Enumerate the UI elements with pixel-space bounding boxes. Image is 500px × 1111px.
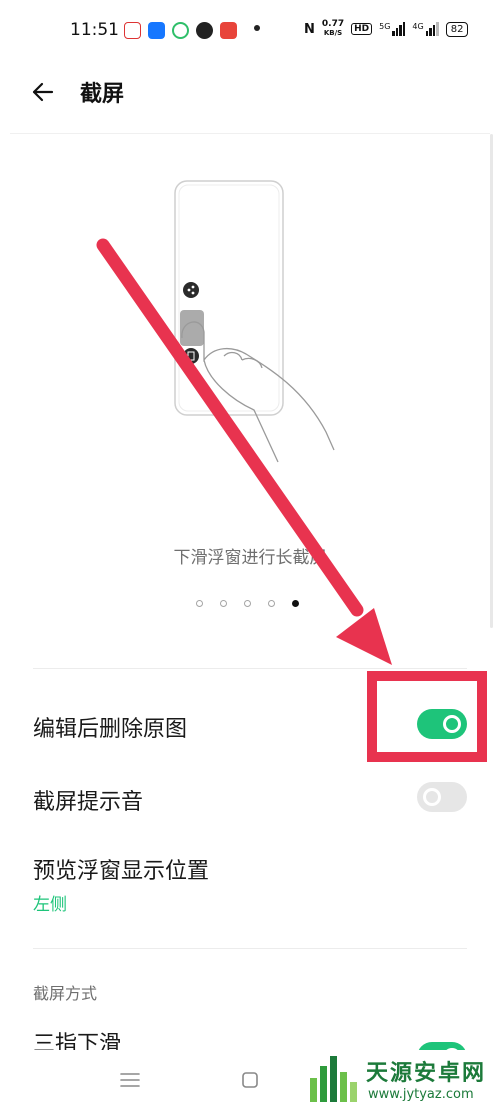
alipay-icon xyxy=(148,22,165,39)
status-bar: 11:51 N 0.77 KB/S HD 5G 4G 82 xyxy=(0,0,500,64)
status-indicators: N 0.77 KB/S HD 5G 4G 82 xyxy=(304,20,469,38)
watermark-logo xyxy=(310,1056,357,1102)
back-arrow-icon xyxy=(32,82,54,102)
back-button[interactable] xyxy=(28,74,60,110)
page-dot-active[interactable] xyxy=(292,600,299,607)
long-screenshot-illustration xyxy=(174,180,335,463)
site-watermark: 天源安卓网 www.jytyaz.com xyxy=(302,1048,500,1111)
network-speed: 0.77 KB/S xyxy=(322,20,344,38)
page-dot[interactable] xyxy=(196,600,203,607)
watermark-brand: 天源安卓网 xyxy=(366,1061,487,1086)
notification-icons xyxy=(124,22,237,39)
menu-icon[interactable] xyxy=(119,1071,141,1089)
baidu-paw-icon xyxy=(124,22,141,39)
section-divider xyxy=(33,668,467,669)
signal-5g-icon: 5G xyxy=(379,22,406,36)
annotation-arrow-head xyxy=(336,608,392,665)
toggle-knob xyxy=(423,788,441,806)
signal-5g-label: 5G xyxy=(379,22,391,31)
home-icon[interactable] xyxy=(240,1070,260,1090)
page-dot[interactable] xyxy=(244,600,251,607)
share-icon xyxy=(183,282,199,298)
more-notifications-dot xyxy=(254,25,260,31)
preview-position-value[interactable]: 左侧 xyxy=(33,890,67,915)
nfc-icon: N xyxy=(304,21,315,37)
watermark-url: www.jytyaz.com xyxy=(368,1087,474,1102)
hd-voice-badge: HD xyxy=(351,23,373,35)
map-pin-icon xyxy=(196,22,213,39)
section-header: 截屏方式 xyxy=(33,984,98,1003)
preview-caption: 下滑浮窗进行长截屏 xyxy=(173,548,327,568)
header-divider xyxy=(10,133,490,134)
signal-4g-label: 4G xyxy=(412,22,424,31)
signal-4g-icon: 4G xyxy=(412,22,439,36)
battery-icon: 82 xyxy=(445,21,469,37)
toggle-knob xyxy=(443,715,461,733)
page-dot[interactable] xyxy=(220,600,227,607)
chat-bubble-icon xyxy=(172,22,189,39)
page-dot[interactable] xyxy=(268,600,275,607)
page-title: 截屏 xyxy=(80,82,125,107)
preview-position-label[interactable]: 预览浮窗显示位置 xyxy=(33,853,209,885)
delete-original-toggle[interactable] xyxy=(417,709,467,739)
section-divider xyxy=(33,948,467,949)
shutter-sound-toggle[interactable] xyxy=(417,782,467,812)
net-speed-value: 0.77 xyxy=(321,19,345,29)
delete-original-label: 编辑后删除原图 xyxy=(33,717,188,742)
delete-icon xyxy=(183,348,199,364)
shutter-sound-label: 截屏提示音 xyxy=(33,790,144,815)
phone-hand-illustration xyxy=(174,180,335,463)
net-speed-unit: KB/S xyxy=(323,29,343,37)
shop-app-icon xyxy=(220,22,237,39)
page-indicator xyxy=(196,600,299,607)
status-time: 11:51 xyxy=(70,20,119,40)
